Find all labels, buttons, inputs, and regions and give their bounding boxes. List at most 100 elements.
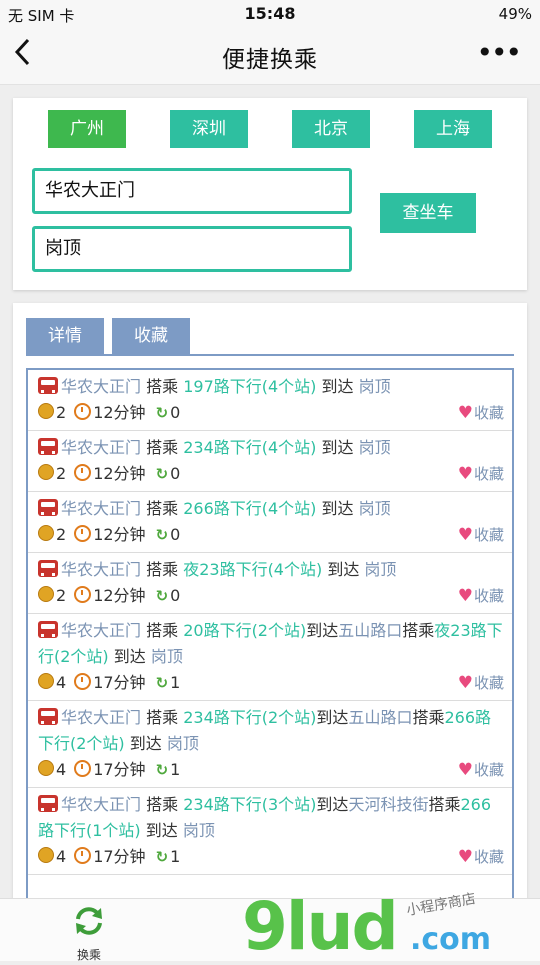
bus-line: 夜23路下行(4个站)	[183, 560, 323, 579]
route-item[interactable]: 华农大正门 搭乘 197路下行(4个站) 到达 岗顶 2 12分钟 ↻ 0 ♥收藏	[28, 370, 512, 431]
favorite-button[interactable]: ♥收藏	[458, 400, 504, 426]
favorite-label: 收藏	[473, 404, 504, 422]
city-button-shanghai[interactable]: 上海	[414, 110, 492, 148]
tab-transfer[interactable]: 换乘	[58, 905, 120, 963]
battery-level: 49%	[498, 5, 532, 23]
city-button-shenzhen[interactable]: 深圳	[170, 110, 248, 148]
bus-icon	[38, 560, 58, 577]
stop-name: 五山路口	[338, 621, 403, 640]
page-title: 便捷换乘	[222, 47, 318, 73]
transfer-count: 0	[170, 586, 181, 605]
route-text: 到达	[316, 708, 349, 727]
route-meta: 4 17分钟 ↻ 1 ♥收藏	[38, 844, 504, 870]
clock-icon	[74, 403, 92, 420]
duration-value: 12分钟	[93, 525, 146, 544]
duration-value: 12分钟	[93, 464, 146, 483]
route-item[interactable]: 华农大正门 搭乘 266路下行(4个站) 到达 岗顶 2 12分钟 ↻ 0 ♥收藏	[28, 492, 512, 553]
favorite-button[interactable]: ♥收藏	[458, 670, 504, 696]
fare-coin-icon	[38, 586, 54, 602]
route-description: 华农大正门 搭乘 234路下行(2个站)到达五山路口搭乘266路下行(2个站) …	[38, 705, 504, 757]
city-button-beijing[interactable]: 北京	[292, 110, 370, 148]
heart-icon: ♥	[457, 847, 473, 867]
route-text: 到达	[322, 560, 365, 579]
stop-name: 华农大正门	[61, 377, 142, 396]
route-item[interactable]: 华农大正门 搭乘 20路下行(2个站)到达五山路口搭乘夜23路下行(2个站) 到…	[28, 614, 512, 701]
favorite-button[interactable]: ♥收藏	[458, 461, 504, 487]
fare-value: 2	[56, 586, 67, 605]
route-item[interactable]: 华农大正门 搭乘 234路下行(2个站)到达五山路口搭乘266路下行(2个站) …	[28, 701, 512, 788]
tab-favorites[interactable]: 收藏	[112, 318, 190, 354]
stop-name: 岗顶	[150, 647, 183, 666]
route-meta: 2 12分钟 ↻ 0 ♥收藏	[38, 400, 504, 426]
fare-value: 2	[56, 403, 67, 422]
transfer-count: 0	[170, 525, 181, 544]
favorite-label: 收藏	[473, 587, 504, 605]
favorite-button[interactable]: ♥收藏	[458, 844, 504, 870]
destination-input[interactable]: 岗顶	[32, 226, 352, 272]
route-text: 搭乘	[141, 795, 184, 814]
search-route-button[interactable]: 查坐车	[380, 193, 476, 233]
origin-input[interactable]: 华农大正门	[32, 168, 352, 214]
favorite-button[interactable]: ♥收藏	[458, 583, 504, 609]
transfer-count: 0	[170, 403, 181, 422]
duration-value: 17分钟	[93, 760, 146, 779]
bus-icon	[38, 795, 58, 812]
heart-icon: ♥	[457, 525, 473, 545]
route-text: 搭乘	[141, 377, 184, 396]
route-description: 华农大正门 搭乘 197路下行(4个站) 到达 岗顶	[38, 374, 504, 400]
fare-coin-icon	[38, 760, 54, 776]
stop-name: 华农大正门	[61, 795, 142, 814]
heart-icon: ♥	[457, 760, 473, 780]
route-text: 搭乘	[141, 621, 184, 640]
transfer-count: 1	[170, 760, 181, 779]
bus-icon	[38, 438, 58, 455]
bottom-tab-bar: 换乘	[0, 898, 540, 963]
results-panel: 详情 收藏 华农大正门 搭乘 197路下行(4个站) 到达 岗顶 2 12分钟 ↻ 0 ♥…	[13, 303, 527, 903]
clock-icon	[74, 525, 92, 542]
transfer-icon: ↻	[155, 404, 169, 422]
clock-icon	[74, 586, 92, 603]
route-text: 到达	[316, 438, 359, 457]
favorite-button[interactable]: ♥收藏	[458, 757, 504, 783]
stop-name: 华农大正门	[61, 708, 142, 727]
heart-icon: ♥	[457, 464, 473, 484]
clock-icon	[74, 673, 92, 690]
route-text: 搭乘	[402, 621, 435, 640]
stop-name: 岗顶	[358, 499, 391, 518]
transfer-icon: ↻	[155, 674, 169, 692]
tab-underline	[26, 354, 514, 356]
route-text: 搭乘	[141, 499, 184, 518]
stop-name: 华农大正门	[61, 621, 142, 640]
route-item[interactable]: 华农大正门 搭乘 夜23路下行(4个站) 到达 岗顶 2 12分钟 ↻ 0 ♥收藏	[28, 553, 512, 614]
city-button-guangzhou[interactable]: 广州	[48, 110, 126, 148]
fare-value: 4	[56, 673, 67, 692]
fare-value: 4	[56, 760, 67, 779]
bus-line: 234路下行(3个站)	[183, 795, 317, 814]
duration-value: 12分钟	[93, 586, 146, 605]
transfer-icon: ↻	[155, 587, 169, 605]
route-text: 到达	[306, 621, 339, 640]
route-item[interactable]: 华农大正门 搭乘 234路下行(4个站) 到达 岗顶 2 12分钟 ↻ 0 ♥收藏	[28, 431, 512, 492]
route-text: 到达	[124, 734, 167, 753]
transfer-icon: ↻	[155, 848, 169, 866]
stop-name: 华农大正门	[61, 499, 142, 518]
route-text: 到达	[316, 795, 349, 814]
route-meta: 2 12分钟 ↻ 0 ♥收藏	[38, 461, 504, 487]
transfer-count: 1	[170, 847, 181, 866]
clock-time: 15:48	[244, 4, 296, 23]
heart-icon: ♥	[457, 403, 473, 423]
stop-name: 岗顶	[182, 821, 215, 840]
transfer-icon: ↻	[155, 761, 169, 779]
heart-icon: ♥	[457, 586, 473, 606]
favorite-button[interactable]: ♥收藏	[458, 522, 504, 548]
route-description: 华农大正门 搭乘 234路下行(3个站)到达天河科技街搭乘266路下行(1个站)…	[38, 792, 504, 844]
route-text: 搭乘	[141, 560, 184, 579]
route-text: 搭乘	[141, 438, 184, 457]
stop-name: 华农大正门	[61, 438, 142, 457]
route-item[interactable]: 华农大正门 搭乘 234路下行(3个站)到达天河科技街搭乘266路下行(1个站)…	[28, 788, 512, 875]
transfer-count: 1	[170, 673, 181, 692]
clock-icon	[74, 464, 92, 481]
more-icon[interactable]: •••	[476, 36, 522, 69]
stop-name: 岗顶	[364, 560, 397, 579]
tab-details[interactable]: 详情	[26, 318, 104, 354]
